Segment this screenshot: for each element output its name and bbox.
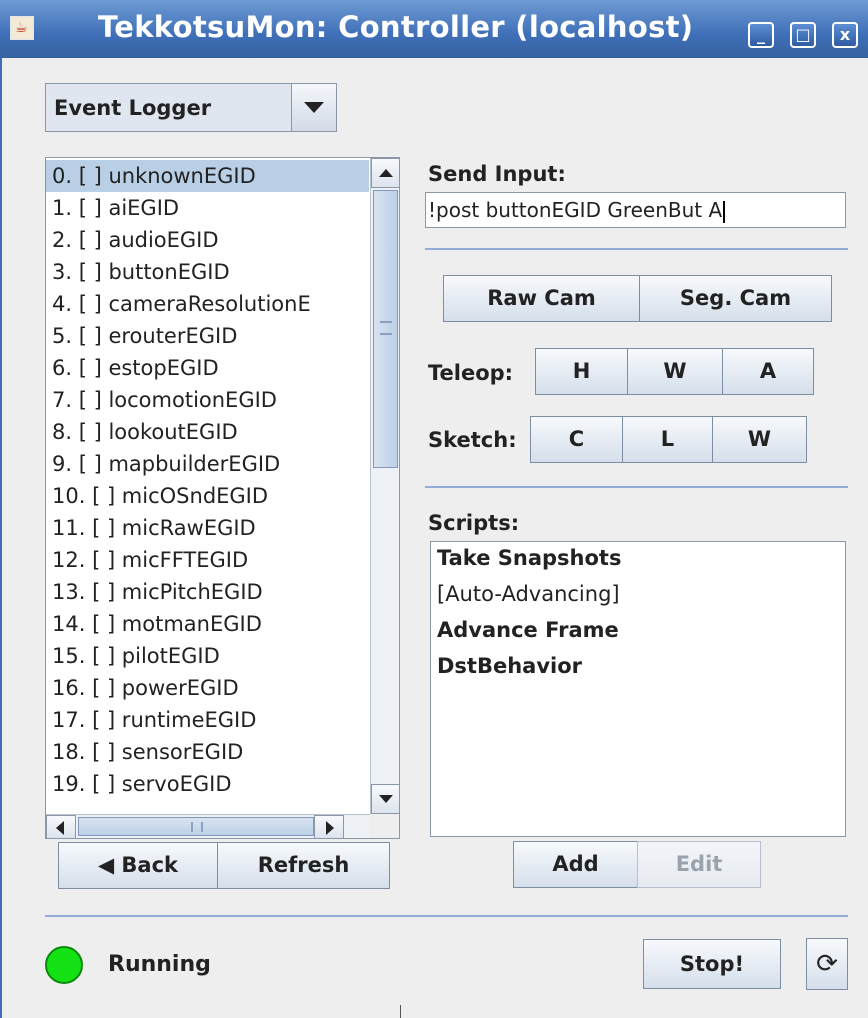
grip-icon [191, 822, 203, 832]
list-item[interactable]: 9. [ ] mapbuilderEGID [46, 448, 369, 480]
divider [400, 1005, 401, 1018]
mode-dropdown[interactable]: Event Logger [45, 83, 337, 132]
list-item[interactable]: 14. [ ] motmanEGID [46, 608, 369, 640]
list-item[interactable]: 12. [ ] micFFTEGID [46, 544, 369, 576]
send-input-field[interactable]: !post buttonEGID GreenBut A [425, 192, 846, 228]
list-item[interactable]: 15. [ ] pilotEGID [46, 640, 369, 672]
separator [45, 915, 848, 917]
horizontal-scrollbar[interactable] [46, 814, 370, 838]
separator [425, 248, 848, 250]
raw-cam-button[interactable]: Raw Cam [443, 275, 640, 322]
seg-cam-button[interactable]: Seg. Cam [639, 275, 832, 322]
add-script-button[interactable]: Add [513, 841, 638, 888]
list-item[interactable]: 8. [ ] lookoutEGID [46, 416, 369, 448]
text-caret [723, 200, 726, 223]
arrow-up-icon [379, 169, 393, 177]
list-item[interactable]: 11. [ ] micRawEGID [46, 512, 369, 544]
close-button[interactable]: x [832, 22, 858, 48]
event-generator-list[interactable]: 0. [ ] unknownEGID 1. [ ] aiEGID 2. [ ] … [45, 157, 400, 839]
list-item[interactable]: 1. [ ] aiEGID [46, 192, 369, 224]
window-title: TekkotsuMon: Controller (localhost) [98, 10, 694, 44]
maximize-button[interactable]: □ [790, 22, 816, 48]
list-item[interactable]: 4. [ ] cameraResolutionE [46, 288, 369, 320]
list-item[interactable]: 10. [ ] micOSndEGID [46, 480, 369, 512]
send-input-value: !post buttonEGID GreenBut A [428, 198, 723, 222]
dropdown-arrow-button[interactable] [291, 84, 336, 131]
list-item[interactable]: 3. [ ] buttonEGID [46, 256, 369, 288]
teleop-a-button[interactable]: A [722, 348, 814, 395]
list-item[interactable]: DstBehavior [437, 654, 582, 678]
sketch-c-button[interactable]: C [530, 416, 623, 463]
arrow-left-icon [56, 821, 64, 835]
list-item[interactable]: 19. [ ] servoEGID [46, 768, 369, 800]
title-bar[interactable]: ☕ TekkotsuMon: Controller (localhost) _ … [0, 0, 868, 58]
list-item[interactable]: 13. [ ] micPitchEGID [46, 576, 369, 608]
back-button[interactable]: ◀ Back [58, 842, 218, 889]
grip-icon [380, 321, 392, 335]
arrow-right-icon [326, 821, 334, 835]
list-item[interactable]: [Auto-Advancing] [437, 582, 620, 606]
java-app-icon[interactable]: ☕ [10, 16, 34, 40]
scroll-corner [370, 814, 399, 838]
refresh-list-button[interactable]: Refresh [217, 842, 390, 889]
teleop-label: Teleop: [428, 361, 514, 385]
stop-button[interactable]: Stop! [643, 939, 781, 989]
list-item[interactable]: 16. [ ] powerEGID [46, 672, 369, 704]
list-item[interactable]: 0. [ ] unknownEGID [46, 160, 369, 192]
scripts-list[interactable]: Take Snapshots [Auto-Advancing] Advance … [430, 541, 846, 837]
refresh-icon: ⟳ [816, 949, 838, 979]
list-item[interactable]: Advance Frame [437, 618, 619, 642]
chevron-down-icon [304, 102, 324, 113]
list-item[interactable]: Take Snapshots [437, 546, 621, 570]
status-indicator-icon [45, 946, 83, 984]
scroll-down-button[interactable] [371, 784, 399, 814]
arrow-down-icon [379, 795, 393, 803]
teleop-w-button[interactable]: W [627, 348, 723, 395]
list-item[interactable]: 6. [ ] estopEGID [46, 352, 369, 384]
scroll-up-button[interactable] [371, 158, 399, 188]
scroll-right-button[interactable] [314, 815, 344, 838]
refresh-icon-button[interactable]: ⟳ [806, 938, 848, 990]
list-item[interactable]: 7. [ ] locomotionEGID [46, 384, 369, 416]
horizontal-scroll-thumb[interactable] [78, 817, 314, 836]
teleop-h-button[interactable]: H [535, 348, 628, 395]
list-item[interactable]: 5. [ ] erouterEGID [46, 320, 369, 352]
minimize-button[interactable]: _ [748, 22, 774, 48]
status-text: Running [108, 952, 211, 977]
app-window: ☕ TekkotsuMon: Controller (localhost) _ … [0, 0, 868, 1018]
list-item[interactable]: 2. [ ] audioEGID [46, 224, 369, 256]
scripts-label: Scripts: [428, 511, 520, 535]
window-frame-left [0, 58, 2, 1018]
vertical-scroll-thumb[interactable] [373, 190, 398, 468]
list-item[interactable]: 17. [ ] runtimeEGID [46, 704, 369, 736]
separator [425, 486, 848, 488]
send-input-label: Send Input: [428, 162, 566, 186]
sketch-l-button[interactable]: L [622, 416, 713, 463]
scroll-left-button[interactable] [46, 815, 76, 838]
list-item[interactable]: 18. [ ] sensorEGID [46, 736, 369, 768]
sketch-w-button[interactable]: W [712, 416, 807, 463]
mode-dropdown-value: Event Logger [54, 96, 212, 120]
sketch-label: Sketch: [428, 428, 517, 452]
vertical-scrollbar[interactable] [370, 158, 399, 814]
edit-script-button[interactable]: Edit [637, 841, 761, 888]
